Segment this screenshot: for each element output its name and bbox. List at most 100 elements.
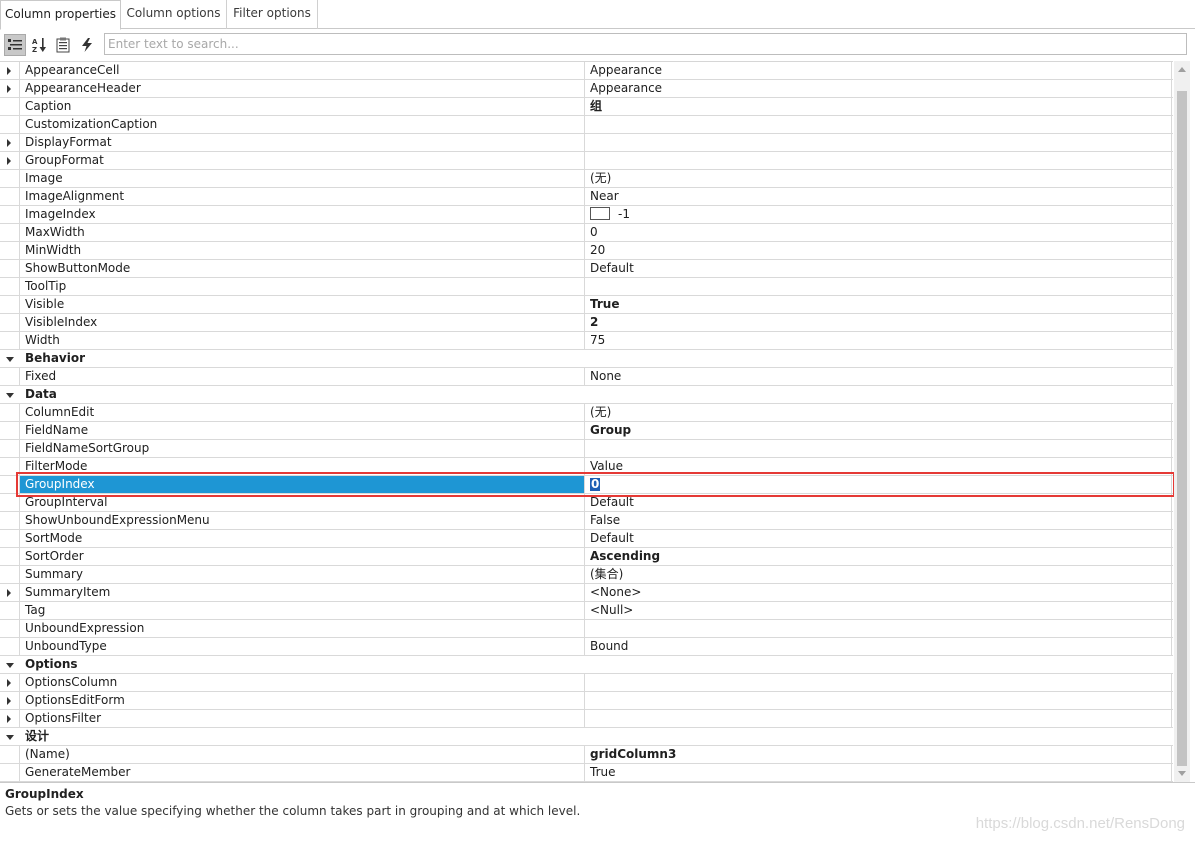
property-row[interactable]: GroupFormat [0,152,1173,170]
property-name[interactable]: OptionsEditForm [19,692,585,709]
property-row[interactable]: FieldName Group [0,422,1173,440]
property-value[interactable]: Near [586,188,1172,205]
category-row[interactable]: 设计 [0,728,1173,746]
property-name[interactable]: Fixed [19,368,585,385]
property-row[interactable]: MaxWidth 0 [0,224,1173,242]
value-editor[interactable]: 0 [590,478,601,491]
category-label[interactable]: Options [19,656,1172,673]
expand-right-icon[interactable] [7,67,11,75]
property-value[interactable]: gridColumn3 [586,746,1172,763]
property-value[interactable]: -1 [586,206,1172,223]
property-name[interactable]: Tag [19,602,585,619]
property-name[interactable]: UnboundExpression [19,620,585,637]
property-name[interactable]: GroupFormat [19,152,585,169]
row-expander[interactable] [0,710,19,727]
scroll-down-icon[interactable] [1178,771,1186,776]
category-label[interactable]: Behavior [19,350,1172,367]
categorized-view-button[interactable] [4,34,26,56]
property-row[interactable]: OptionsColumn [0,674,1173,692]
row-expander[interactable] [0,80,19,97]
property-name[interactable]: Width [19,332,585,349]
property-name[interactable]: ImageAlignment [19,188,585,205]
row-expander[interactable] [0,692,19,709]
property-value[interactable]: Value [586,458,1172,475]
property-name[interactable]: MinWidth [19,242,585,259]
property-value[interactable] [586,710,1172,727]
property-name[interactable]: ColumnEdit [19,404,585,421]
property-name[interactable]: SortMode [19,530,585,547]
property-row[interactable]: ShowUnboundExpressionMenu False [0,512,1173,530]
property-value[interactable] [586,278,1172,295]
property-value[interactable]: <Null> [586,602,1172,619]
property-value[interactable]: 0 [586,224,1172,241]
alphabetical-sort-button[interactable]: A Z [28,34,50,56]
property-value[interactable] [586,620,1172,637]
expand-right-icon[interactable] [7,139,11,147]
property-row[interactable]: Width 75 [0,332,1173,350]
scroll-up-icon[interactable] [1178,67,1186,72]
property-row[interactable]: FieldNameSortGroup [0,440,1173,458]
property-row[interactable]: ShowButtonMode Default [0,260,1173,278]
expand-right-icon[interactable] [7,157,11,165]
property-value[interactable]: 20 [586,242,1172,259]
property-name[interactable]: GroupIndex [19,476,585,493]
row-expander[interactable] [0,728,19,745]
expand-right-icon[interactable] [7,697,11,705]
property-value[interactable]: Appearance [586,62,1172,79]
property-value[interactable]: 75 [586,332,1172,349]
scrollbar-thumb[interactable] [1177,91,1187,766]
property-value[interactable]: Bound [586,638,1172,655]
tab-column-options[interactable]: Column options [121,0,227,29]
property-name[interactable]: OptionsFilter [19,710,585,727]
category-row[interactable]: Data [0,386,1173,404]
property-name[interactable]: ImageIndex [19,206,585,223]
property-row[interactable]: OptionsEditForm [0,692,1173,710]
property-value[interactable]: (无) [586,404,1172,421]
property-row[interactable]: SortOrder Ascending [0,548,1173,566]
row-expander[interactable] [0,584,19,601]
property-name[interactable]: ShowUnboundExpressionMenu [19,512,585,529]
property-name[interactable]: OptionsColumn [19,674,585,691]
property-name[interactable]: ShowButtonMode [19,260,585,277]
property-value[interactable] [586,692,1172,709]
property-value[interactable]: Default [586,530,1172,547]
property-row[interactable]: UnboundExpression [0,620,1173,638]
property-row[interactable]: ImageAlignment Near [0,188,1173,206]
property-row[interactable]: GroupIndex 0 [0,476,1173,494]
property-value[interactable] [586,134,1172,151]
property-value[interactable]: (无) [586,170,1172,187]
property-row[interactable]: CustomizationCaption [0,116,1173,134]
expand-right-icon[interactable] [7,715,11,723]
expand-down-icon[interactable] [6,393,14,398]
property-row[interactable]: DisplayFormat [0,134,1173,152]
property-name[interactable]: GenerateMember [19,764,585,781]
property-value[interactable]: True [586,296,1172,313]
property-row[interactable]: Caption 组 [0,98,1173,116]
property-name[interactable]: FilterMode [19,458,585,475]
property-row[interactable]: Tag <Null> [0,602,1173,620]
expand-down-icon[interactable] [6,357,14,362]
property-value[interactable]: False [586,512,1172,529]
tab-filter-options[interactable]: Filter options [227,0,318,29]
property-row[interactable]: OptionsFilter [0,710,1173,728]
property-name[interactable]: FieldName [19,422,585,439]
property-value[interactable]: Default [586,494,1172,511]
category-row[interactable]: Behavior [0,350,1173,368]
expand-right-icon[interactable] [7,589,11,597]
row-expander[interactable] [0,350,19,367]
property-name[interactable]: Caption [19,98,585,115]
property-row[interactable]: SortMode Default [0,530,1173,548]
tab-column-properties[interactable]: Column properties [0,0,121,30]
category-label[interactable]: Data [19,386,1172,403]
property-name[interactable]: ToolTip [19,278,585,295]
property-row[interactable]: VisibleIndex 2 [0,314,1173,332]
property-name[interactable]: FieldNameSortGroup [19,440,585,457]
property-name[interactable]: SortOrder [19,548,585,565]
property-value[interactable]: Ascending [586,548,1172,565]
row-expander[interactable] [0,134,19,151]
property-row[interactable]: AppearanceHeader Appearance [0,80,1173,98]
property-value[interactable]: None [586,368,1172,385]
row-expander[interactable] [0,674,19,691]
property-row[interactable]: Visible True [0,296,1173,314]
property-name[interactable]: (Name) [19,746,585,763]
